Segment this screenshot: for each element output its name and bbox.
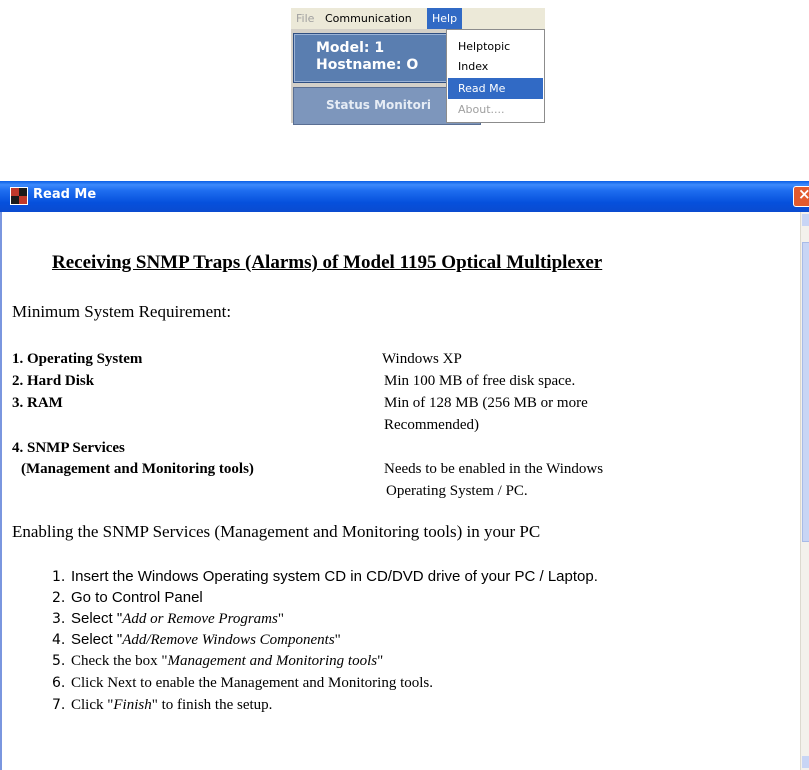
app-icon [10,187,28,205]
menu-item-index[interactable]: Index [448,56,543,77]
list-item: 7. Click "Finish" to finish the setup. [52,697,272,714]
close-button[interactable]: × [793,185,809,207]
menu-help[interactable]: Help [427,8,463,29]
req-value-ram-1: Min of 128 MB (256 MB or more [384,395,588,411]
menu-communication[interactable]: Communication [320,8,417,29]
list-item: 4. Select "Add/Remove Windows Components" [52,631,341,649]
read-me-window: Read Me × Receiving SNMP Traps (Alarms) … [0,181,809,770]
scroll-thumb[interactable] [802,242,809,542]
step-text-emphasis: Management and Monitoring tools [167,653,378,669]
step-number: 3. [52,611,66,627]
list-item: 6. Click Next to enable the Management an… [52,675,433,692]
list-item: 3. Select "Add or Remove Programs" [52,610,284,628]
menubar: File Communication Help [291,8,545,29]
step-number: 6. [52,675,66,691]
help-dropdown-menu: Helptopic Index Read Me About.... [446,29,545,123]
scroll-up-arrow[interactable] [802,214,809,226]
step-number: 1. [52,569,66,585]
document-content: Receiving SNMP Traps (Alarms) of Model 1… [12,212,792,770]
step-text-post: " [277,611,284,627]
req-label-mgmt: (Management and Monitoring tools) [21,461,254,477]
model-label: Model: 1 [316,40,385,56]
step-text-post: " to finish the setup. [151,697,273,713]
step-number: 4. [52,632,66,648]
req-label-os: 1. Operating System [12,351,143,367]
req-value-snmp-2: Operating System / PC. [386,483,528,499]
step-text: Go to Control Panel [71,589,203,606]
window-titlebar[interactable]: Read Me × [0,181,809,212]
step-text-pre: Select " [71,610,123,627]
scroll-down-arrow[interactable] [802,756,809,768]
step-number: 2. [52,590,66,606]
min-req-heading: Minimum System Requirement: [12,302,232,321]
menu-file[interactable]: File [291,8,319,29]
menu-item-read-me[interactable]: Read Me [448,78,543,99]
req-value-os: Windows XP [382,351,462,367]
step-text-emphasis: Add/Remove Windows Components [122,632,335,648]
close-icon: × [798,185,809,203]
document-frame: Receiving SNMP Traps (Alarms) of Model 1… [0,212,809,770]
step-text: Click Next to enable the Management and … [71,675,434,691]
step-text: Insert the Windows Operating system CD i… [71,568,598,585]
step-text-post: " [377,653,384,669]
list-item: 5. Check the box "Management and Monitori… [52,653,383,670]
window-title: Read Me [33,187,97,202]
step-number: 5. [52,653,66,669]
step-text-pre: Check the box " [71,653,168,669]
step-text-pre: Click " [71,697,114,713]
vertical-scrollbar[interactable] [800,212,809,770]
menu-item-helptopic[interactable]: Helptopic [448,36,543,57]
document-title: Receiving SNMP Traps (Alarms) of Model 1… [52,252,603,273]
step-text-pre: Select " [71,631,123,648]
list-item: 2. Go to Control Panel [52,589,203,607]
req-value-disk: Min 100 MB of free disk space. [384,373,576,389]
req-label-ram: 3. RAM [12,395,63,411]
step-text-emphasis: Finish [113,697,152,713]
step-text-post: " [334,632,341,648]
list-item: 1. Insert the Windows Operating system CD… [52,568,598,586]
hostname-label: Hostname: O [316,57,419,73]
app-menu-snippet: File Communication Help Model: 1 Hostnam… [291,8,545,125]
step-text-emphasis: Add or Remove Programs [122,611,278,627]
req-label-snmp: 4. SNMP Services [12,440,125,456]
req-value-snmp-1: Needs to be enabled in the Windows [384,461,604,477]
enable-heading: Enabling the SNMP Services (Management a… [12,522,541,541]
step-number: 7. [52,697,66,713]
status-tab-label: Status Monitori [326,98,431,112]
menu-item-about[interactable]: About.... [448,99,543,120]
req-label-disk: 2. Hard Disk [12,373,95,389]
req-value-ram-2: Recommended) [384,417,479,433]
